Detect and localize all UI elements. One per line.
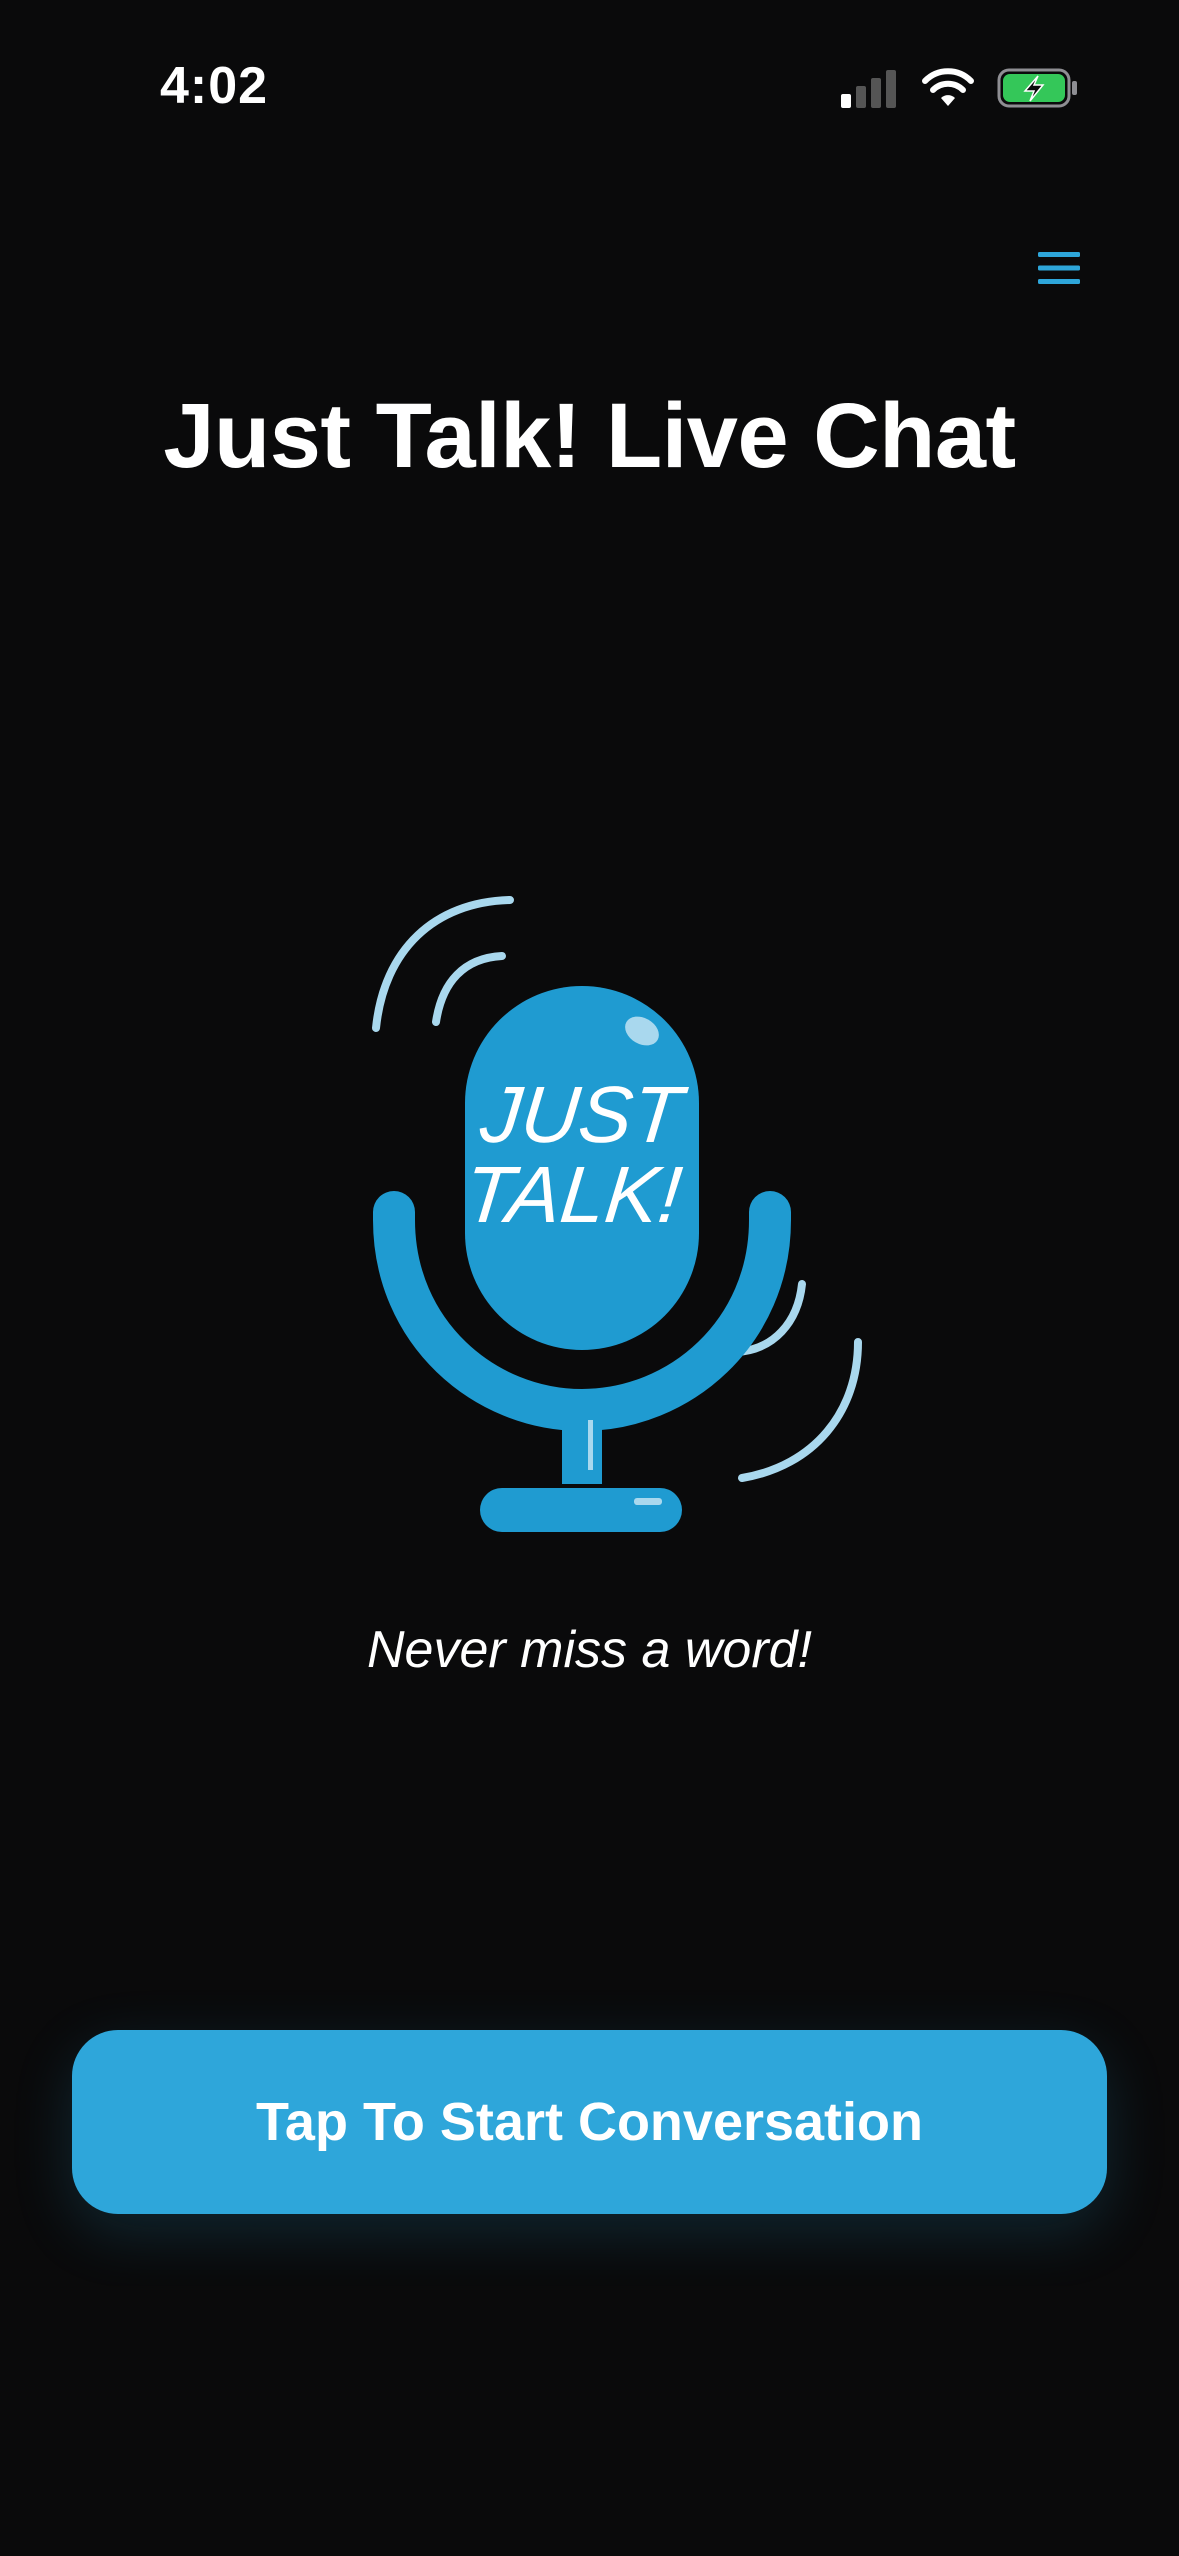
status-icons [839,60,1079,116]
page-title: Just Talk! Live Chat [163,385,1016,487]
start-conversation-button[interactable]: Tap To Start Conversation [72,2030,1107,2214]
wifi-icon [922,68,974,106]
cellular-signal-icon [841,70,896,108]
hamburger-menu-icon[interactable] [1031,240,1087,296]
microphone-logo-icon: JUST TALK! [372,896,862,1532]
status-bar: 4:02 [0,0,1179,170]
battery-charging-icon [997,68,1077,108]
logo-text-line1: JUST [476,1069,691,1159]
status-time: 4:02 [160,57,269,115]
logo-text-line2: TALK! [460,1149,686,1239]
tagline: Never miss a word! [367,1621,812,1679]
